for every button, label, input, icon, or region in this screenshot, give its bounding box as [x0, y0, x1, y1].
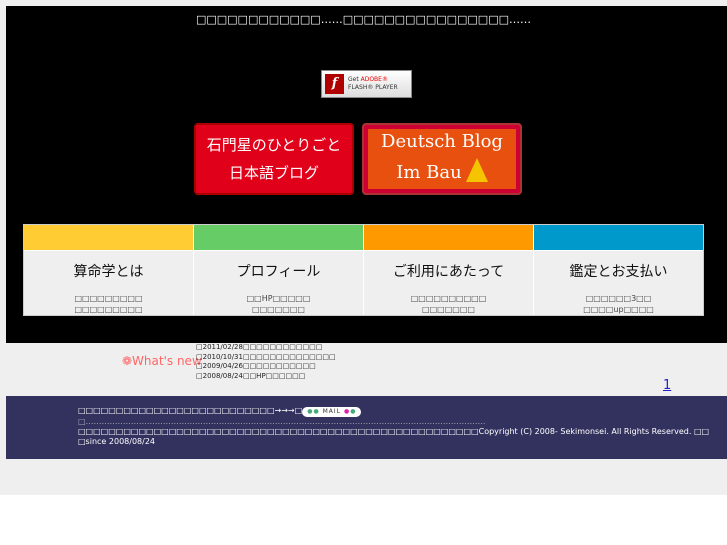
nav-item-reading-payment[interactable]: 鑑定とお支払い □□□□□□3□□ □□□□up□□□□: [534, 225, 703, 315]
footer-copyright: □□□□□□□□□□□□□□□□□□□□□□□□□□□□□□□□□□□□□□□□…: [78, 427, 710, 436]
news-item[interactable]: □2010/10/31□□□□□□□□□□□□□□: [196, 353, 336, 363]
nav-desc: □□□□□□□□□: [74, 294, 143, 303]
nav-title: 算命学とは: [73, 264, 144, 280]
news-item[interactable]: □2008/08/24□□HP□□□□□□: [196, 372, 336, 382]
japanese-blog-banner[interactable]: 石門星のひとりごと 日本語ブログ: [194, 123, 354, 195]
nav-desc: □□□□□□□: [422, 305, 475, 314]
news-list: □2011/02/28□□□□□□□□□□□□ □2010/10/31□□□□□…: [196, 343, 336, 381]
footer-since: □since 2008/08/24: [78, 437, 155, 446]
whats-new-heading: ❁What's new: [122, 354, 202, 368]
nav-desc: □□□□□□□: [252, 305, 305, 314]
mail-button[interactable]: ●● MAIL ●●: [302, 407, 362, 417]
footer: □□□□□□□□□□□□□□□□□□□□□□□□□□→→→□ ●● MAIL ●●…: [6, 396, 727, 459]
flash-text: Get: [348, 76, 361, 83]
nav-title: プロフィール: [236, 264, 321, 280]
nav-desc: □□□□□□□□□□: [410, 294, 487, 303]
news-item[interactable]: □2011/02/28□□□□□□□□□□□□: [196, 343, 336, 353]
nav-item-usage[interactable]: ご利用にあたって □□□□□□□□□□ □□□□□□□: [364, 225, 534, 315]
mail-label: MAIL: [322, 408, 342, 415]
nav-desc: □□□□□□□□□: [74, 305, 143, 314]
german-blog-banner[interactable]: Deutsch Blog Im Bau: [362, 123, 522, 195]
main-navigation: 算命学とは □□□□□□□□□ □□□□□□□□□ プロフィール □□HP□□□□□ □…: [23, 224, 704, 316]
news-item[interactable]: □2009/04/26□□□□□□□□□□□: [196, 362, 336, 372]
banner-title: Deutsch Blog: [381, 131, 503, 152]
banner-title: 石門星のひとりごと: [206, 136, 342, 154]
nav-item-profile[interactable]: プロフィール □□HP□□□□□ □□□□□□□: [194, 225, 364, 315]
nav-item-sanmeigaku[interactable]: 算命学とは □□□□□□□□□ □□□□□□□□□: [24, 225, 194, 315]
nav-title: 鑑定とお支払い: [569, 264, 668, 280]
nav-title: ご利用にあたって: [392, 264, 505, 280]
page-link-1[interactable]: 1: [663, 378, 671, 393]
tagline: □□□□□□□□□□□□……□□□□□□□□□□□□□□□□……: [195, 13, 531, 26]
footer-contact-text: □□□□□□□□□□□□□□□□□□□□□□□□□□→→→□: [78, 406, 303, 415]
nav-desc: □□HP□□□□□: [246, 294, 311, 303]
nav-desc: □□□□□□3□□: [585, 294, 652, 303]
banner-subtitle: Im Bau: [396, 162, 462, 183]
footer-divider: □…………………………………………………………………………………………………………: [78, 417, 486, 426]
construction-cone-icon: [465, 158, 488, 182]
flash-player-text: FLASH® PLAYER: [348, 84, 398, 91]
flash-icon: f: [325, 74, 344, 94]
nav-desc: □□□□up□□□□: [583, 305, 654, 314]
get-flash-player-button[interactable]: f Get ADOBE® FLASH® PLAYER: [321, 70, 412, 98]
adobe-text: ADOBE®: [360, 76, 388, 83]
banner-subtitle: 日本語ブログ: [228, 164, 319, 182]
